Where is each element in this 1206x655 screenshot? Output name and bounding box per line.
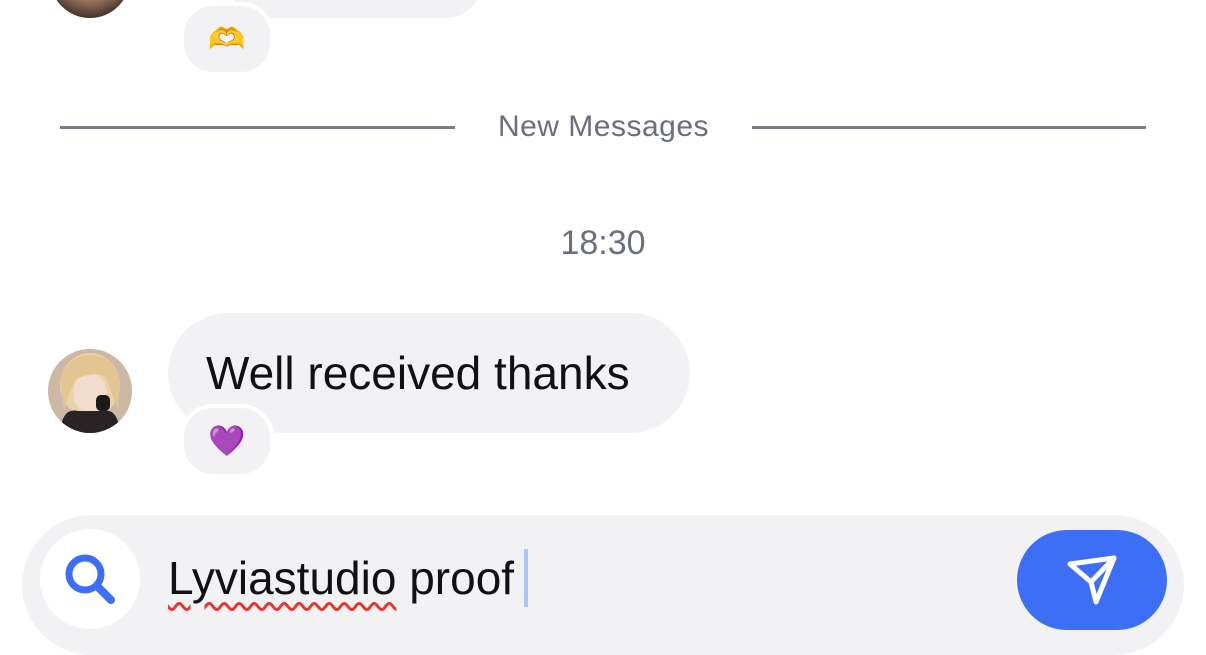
avatar-image <box>48 349 132 433</box>
search-button[interactable] <box>40 529 140 629</box>
misspelled-word: Lyviastudio <box>168 552 397 604</box>
message-timestamp: 18:30 <box>560 224 646 262</box>
heart-hands-emoji: 🫶 <box>208 22 246 56</box>
sender-avatar[interactable] <box>48 349 132 433</box>
search-icon <box>65 554 115 604</box>
message-input[interactable]: Lyviastudio proof <box>168 548 988 608</box>
text-caret <box>524 549 529 607</box>
divider-line <box>752 126 1146 129</box>
new-messages-divider-label: New Messages <box>497 110 710 143</box>
reaction-badge[interactable]: 💜 <box>180 404 274 478</box>
reaction-badge[interactable]: 🫶 <box>180 2 274 76</box>
divider-line <box>60 126 455 129</box>
send-icon <box>1067 555 1117 605</box>
sender-avatar[interactable] <box>50 0 130 18</box>
message-text: Well received thanks <box>206 347 630 399</box>
send-button[interactable] <box>1017 530 1167 630</box>
purple-heart-emoji: 💜 <box>208 424 246 458</box>
input-text: proof <box>396 552 515 604</box>
